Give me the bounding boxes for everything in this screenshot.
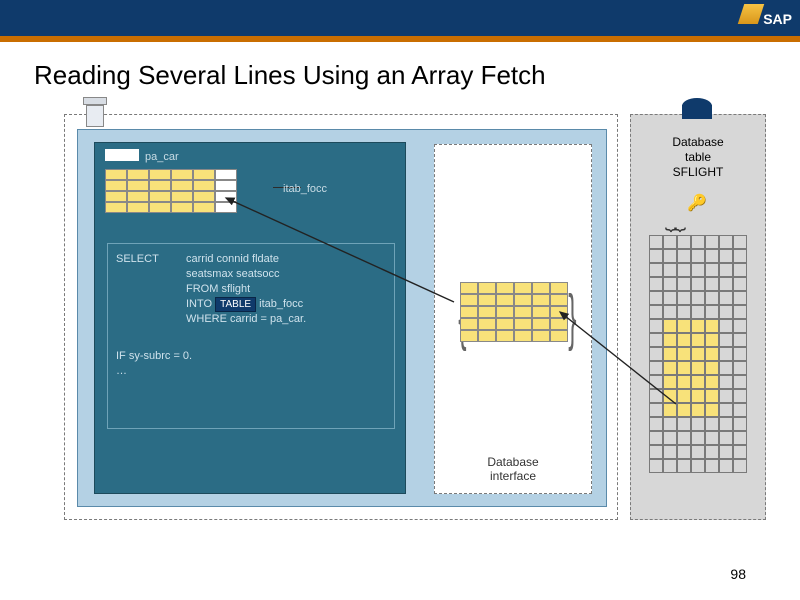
header-bar: SAP — [0, 0, 800, 36]
key-brace: ⏟⏟ — [665, 209, 683, 232]
itab-focc-table — [105, 169, 237, 213]
server-icon — [83, 97, 107, 127]
diagram-stage: pa_car itab_focc SELECTcarrid connid fld… — [36, 114, 766, 534]
sap-logo: SAP — [741, 4, 792, 27]
db-table-label: Database table SFLIGHT — [631, 135, 765, 180]
code-where: WHERE carrid = pa_car. — [186, 313, 306, 325]
page-number: 98 — [730, 566, 746, 582]
code-into-pre: INTO — [186, 298, 212, 310]
code-dots: … — [116, 364, 386, 379]
app-server-box: pa_car itab_focc SELECTcarrid connid fld… — [64, 114, 618, 520]
accent-bar — [0, 36, 800, 42]
brace-right-icon: } — [568, 282, 576, 353]
slide-title: Reading Several Lines Using an Array Fet… — [34, 60, 800, 91]
code-fields1: carrid connid fldate — [186, 253, 279, 265]
pa-car-input — [105, 149, 139, 161]
code-into-post: itab_focc — [259, 298, 303, 310]
sap-logo-text: SAP — [763, 11, 792, 27]
code-table-badge: TABLE — [215, 297, 256, 313]
code-select: SELECT — [116, 252, 186, 267]
db-interface-label: Database interface — [435, 455, 591, 483]
abap-code-block: SELECTcarrid connid fldate seatsmax seat… — [107, 243, 395, 429]
key-icon: 🔑 — [687, 193, 707, 213]
code-fields2: seatsmax seatsocc — [186, 268, 280, 280]
database-icon — [682, 98, 712, 118]
result-set-table — [460, 282, 568, 342]
sap-logo-mark — [738, 4, 764, 24]
itab-focc-label: itab_focc — [283, 183, 327, 195]
database-box: Database table SFLIGHT 🔑 ⏟⏟ — [630, 114, 766, 520]
pa-car-label: pa_car — [145, 151, 179, 163]
code-if: IF sy-subrc = 0. — [116, 349, 386, 364]
abap-runtime-panel: pa_car itab_focc SELECTcarrid connid fld… — [77, 129, 607, 507]
code-from: FROM sflight — [186, 283, 250, 295]
program-panel: pa_car itab_focc SELECTcarrid connid fld… — [94, 142, 406, 494]
sflight-table — [649, 235, 747, 473]
